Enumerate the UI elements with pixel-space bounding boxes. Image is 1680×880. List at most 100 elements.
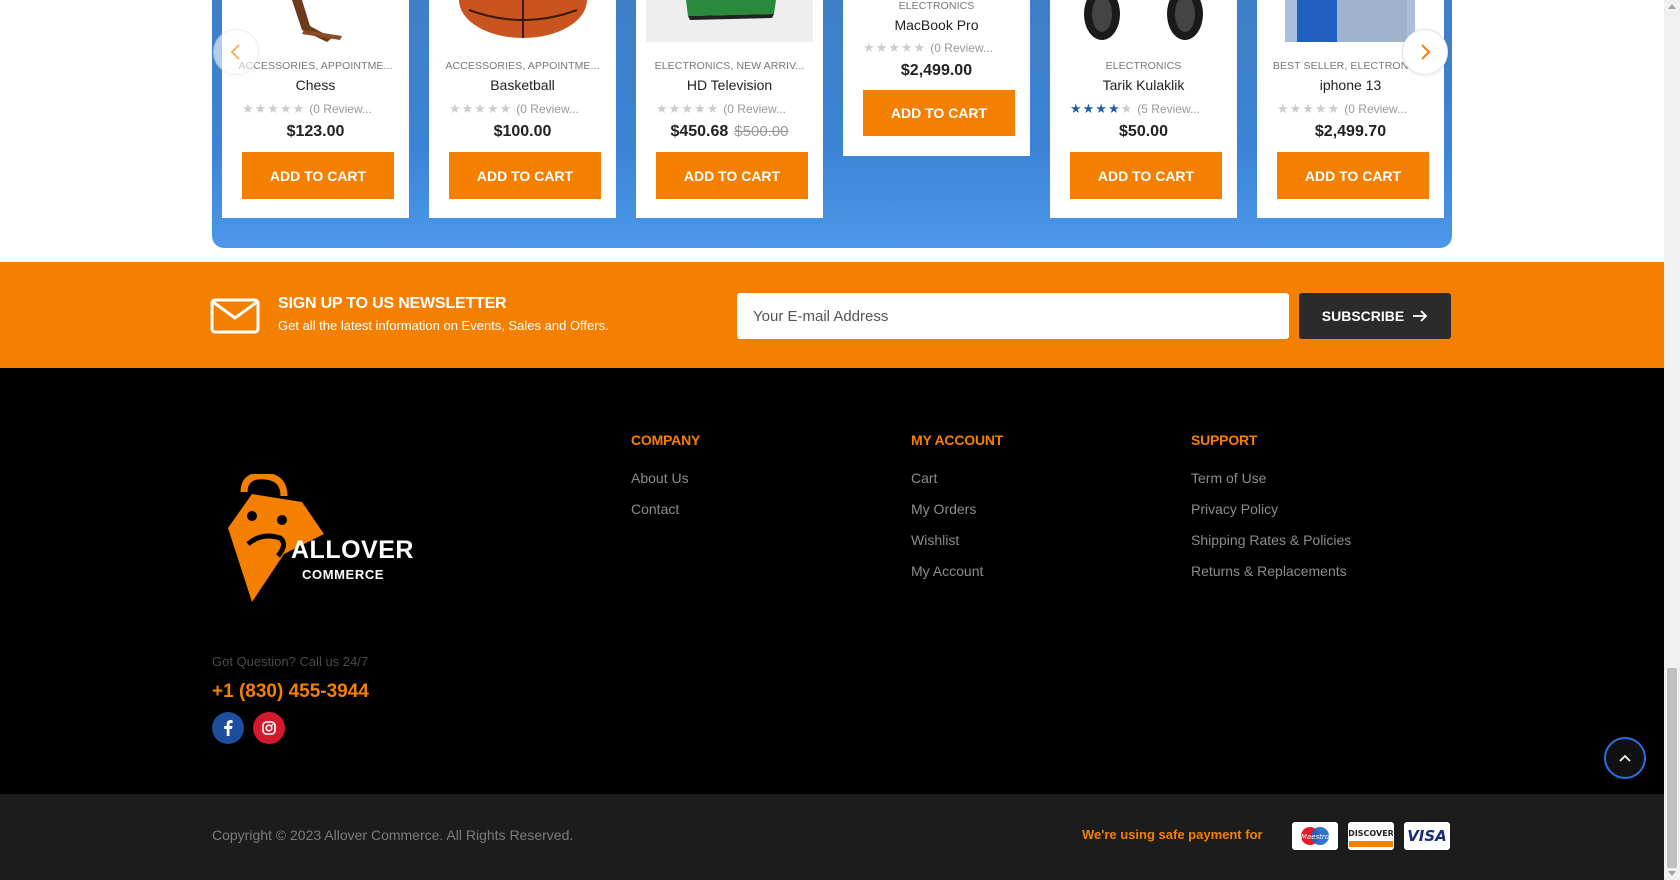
product-image[interactable] xyxy=(646,0,813,42)
footer-link-contact[interactable]: Contact xyxy=(631,501,700,532)
column-title: COMPANY xyxy=(631,432,701,448)
newsletter-section: SIGN UP TO US NEWSLETTER Get all the lat… xyxy=(0,262,1664,368)
facebook-button[interactable] xyxy=(212,712,244,744)
star-rating-icon: ★★★★★ xyxy=(656,101,720,116)
column-title: SUPPORT xyxy=(1191,432,1258,448)
product-card[interactable]: ELECTRONICS, NEW ARRIV... HD Television … xyxy=(636,0,823,218)
contact-prompt: Got Question? Call us 24/7 xyxy=(212,654,369,669)
product-name[interactable]: Tarik Kulaklik xyxy=(1050,77,1237,93)
add-to-cart-button[interactable]: ADD TO CART xyxy=(1070,152,1222,199)
product-image[interactable] xyxy=(1060,0,1227,42)
star-rating-icon: ★★★★★ xyxy=(242,101,306,116)
footer-link-privacy[interactable]: Privacy Policy xyxy=(1191,501,1351,532)
footer-link-cart[interactable]: Cart xyxy=(911,470,1003,501)
back-to-top-button[interactable] xyxy=(1604,737,1646,779)
chevron-up-icon xyxy=(1619,754,1631,762)
footer-column-support: SUPPORT Term of Use Privacy Policy Shipp… xyxy=(1191,432,1351,594)
footer-column-account: MY ACCOUNT Cart My Orders Wishlist My Ac… xyxy=(911,432,1003,594)
review-count[interactable]: (0 Review... xyxy=(930,41,993,55)
current-price: $2,499.70 xyxy=(1314,123,1387,140)
product-categories[interactable]: ACCESSORIES, APPOINTME... xyxy=(439,60,606,72)
chevron-right-icon xyxy=(1421,44,1431,60)
review-count[interactable]: (0 Review... xyxy=(1344,102,1407,116)
scroll-down-arrow-icon[interactable] xyxy=(1668,871,1676,876)
product-price: $450.68 $500.00 xyxy=(636,123,823,141)
brand-tagline: COMMERCE xyxy=(302,567,385,582)
review-count[interactable]: (0 Review... xyxy=(723,102,786,116)
product-name[interactable]: Chess xyxy=(222,77,409,93)
add-to-cart-button[interactable]: ADD TO CART xyxy=(242,152,394,199)
bottom-bar: Copyright © 2023 Allover Commerce. All R… xyxy=(0,794,1664,880)
product-name[interactable]: iphone 13 xyxy=(1257,77,1444,93)
discover-icon: DISCOVER xyxy=(1348,822,1394,850)
copyright-text: Copyright © 2023 Allover Commerce. All R… xyxy=(212,827,574,843)
newsletter-subtitle: Get all the latest information on Events… xyxy=(278,318,609,333)
star-rating-icon: ★★★★★ xyxy=(1070,101,1134,116)
visa-icon: VISA xyxy=(1404,822,1450,850)
footer-link-shipping[interactable]: Shipping Rates & Policies xyxy=(1191,532,1351,563)
review-count[interactable]: (5 Review... xyxy=(1137,102,1200,116)
instagram-icon xyxy=(262,721,276,735)
carousel-prev-button[interactable] xyxy=(213,29,259,75)
subscribe-label: SUBSCRIBE xyxy=(1321,308,1405,324)
discover-card-label: DISCOVER xyxy=(1349,829,1393,838)
safe-payment-label: We're using safe payment for xyxy=(1082,827,1263,842)
product-card[interactable]: ACCESSORIES, APPOINTME... Basketball ★★★… xyxy=(429,0,616,218)
add-to-cart-button[interactable]: ADD TO CART xyxy=(656,152,808,199)
scroll-up-arrow-icon[interactable] xyxy=(1668,4,1676,9)
star-rating-icon: ★★★★★ xyxy=(449,101,513,116)
brand-logo[interactable]: ALLOVER COMMERCE xyxy=(222,472,413,609)
footer-link-terms[interactable]: Term of Use xyxy=(1191,470,1351,501)
footer-link-my-account[interactable]: My Account xyxy=(911,563,1003,594)
facebook-icon xyxy=(224,720,233,736)
footer-link-orders[interactable]: My Orders xyxy=(911,501,1003,532)
arrow-right-icon xyxy=(1413,310,1428,322)
product-rating: ★★★★★ (0 Review... xyxy=(656,101,813,117)
footer: ALLOVER COMMERCE Got Question? Call us 2… xyxy=(0,368,1664,794)
product-image[interactable] xyxy=(232,0,399,42)
brand-name: ALLOVER xyxy=(291,536,414,564)
page-scrollbar[interactable] xyxy=(1664,0,1680,880)
mail-icon xyxy=(210,298,260,334)
subscribe-button[interactable]: SUBSCRIBE xyxy=(1299,293,1451,339)
page: ACCESSORIES, APPOINTME... Chess ★★★★★ (0 … xyxy=(0,0,1680,880)
footer-link-wishlist[interactable]: Wishlist xyxy=(911,532,1003,563)
add-to-cart-button[interactable]: ADD TO CART xyxy=(1277,152,1429,199)
chevron-left-icon xyxy=(230,44,240,60)
add-to-cart-button[interactable]: ADD TO CART xyxy=(863,90,1015,136)
product-card[interactable]: ELECTRONICS MacBook Pro ★★★★★ (0 Review..… xyxy=(843,0,1030,156)
product-rating: ★★★★★ (0 Review... xyxy=(449,101,606,117)
product-price: $50.00 xyxy=(1050,123,1237,141)
visa-card-label: VISA xyxy=(1407,827,1447,845)
product-card[interactable]: ACCESSORIES, APPOINTME... Chess ★★★★★ (0 … xyxy=(222,0,409,218)
email-input[interactable] xyxy=(737,293,1289,339)
current-price: $2,499.00 xyxy=(900,62,973,79)
product-categories[interactable]: ELECTRONICS xyxy=(853,0,1020,12)
product-categories[interactable]: ELECTRONICS xyxy=(1060,60,1227,72)
product-rating: ★★★★★ (5 Review... xyxy=(1070,101,1227,117)
product-rating: ★★★★★ (0 Review... xyxy=(1277,101,1434,117)
footer-link-about[interactable]: About Us xyxy=(631,470,700,501)
product-name[interactable]: MacBook Pro xyxy=(843,17,1030,33)
product-image[interactable] xyxy=(439,0,606,42)
old-price: $500.00 xyxy=(734,123,789,140)
product-name[interactable]: HD Television xyxy=(636,77,823,93)
carousel-next-button[interactable] xyxy=(1402,29,1448,75)
product-name[interactable]: Basketball xyxy=(429,77,616,93)
add-to-cart-button[interactable]: ADD TO CART xyxy=(449,152,601,199)
star-rating-icon: ★★★★★ xyxy=(1277,101,1341,116)
scrollbar-thumb[interactable] xyxy=(1667,668,1677,868)
footer-column-company: COMPANY About Us Contact xyxy=(631,432,700,532)
review-count[interactable]: (0 Review... xyxy=(309,102,372,116)
product-rating: ★★★★★ (0 Review... xyxy=(242,101,399,117)
product-card[interactable]: ELECTRONICS Tarik Kulaklik ★★★★★ (5 Revie… xyxy=(1050,0,1237,218)
product-categories[interactable]: ELECTRONICS, NEW ARRIV... xyxy=(646,60,813,72)
product-categories[interactable]: ACCESSORIES, APPOINTME... xyxy=(232,60,399,72)
footer-link-returns[interactable]: Returns & Replacements xyxy=(1191,563,1351,594)
current-price: $123.00 xyxy=(286,123,345,140)
newsletter-title: SIGN UP TO US NEWSLETTER xyxy=(278,295,507,312)
phone-number[interactable]: +1 (830) 455-3944 xyxy=(212,681,369,703)
instagram-button[interactable] xyxy=(253,712,285,744)
product-price: $2,499.00 xyxy=(843,62,1030,80)
review-count[interactable]: (0 Review... xyxy=(516,102,579,116)
